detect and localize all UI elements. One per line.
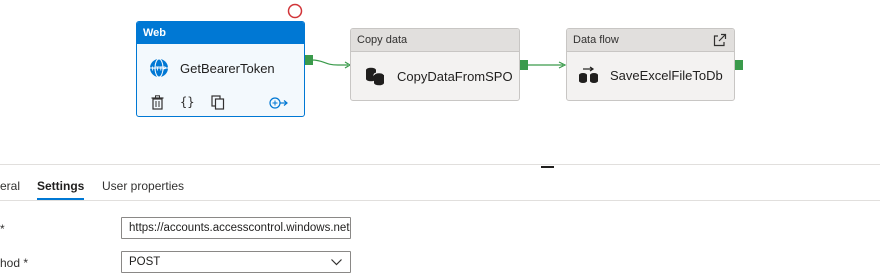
connector-arrow (312, 59, 352, 69)
svg-text:HTTP: HTTP (152, 67, 167, 73)
delete-icon[interactable] (151, 95, 164, 110)
chevron-down-icon (331, 259, 342, 266)
properties-tabs: eral Settings User properties (0, 176, 880, 200)
activity-name: CopyDataFromSPO (397, 68, 513, 84)
tab-settings[interactable]: Settings (37, 176, 85, 200)
http-globe-icon: HTTP (150, 58, 168, 78)
activity-name: SaveExcelFileToDb (610, 67, 723, 83)
code-icon[interactable]: {} (180, 95, 194, 109)
activity-web-getbearertoken[interactable]: Web HTTP GetBearerToken {} (136, 21, 305, 117)
pipeline-canvas[interactable]: Web HTTP GetBearerToken {} Copy data Cop… (0, 0, 880, 160)
tab-user-properties[interactable]: User properties (102, 176, 184, 200)
tabs-divider (0, 200, 880, 201)
url-input[interactable]: https://accounts.accesscontrol.windows.n… (121, 217, 351, 239)
method-select[interactable]: POST (121, 251, 351, 273)
dataflow-icon (579, 66, 598, 83)
method-label: hod * (0, 256, 29, 270)
activity-copy-copydatafromspo[interactable]: Copy data CopyDataFromSPO (350, 28, 520, 101)
connector-arrow (527, 61, 567, 69)
panel-resize-handle[interactable] (541, 166, 554, 168)
copy-icon[interactable] (211, 95, 225, 110)
tab-general[interactable]: eral (0, 176, 20, 200)
method-select-value: POST (129, 256, 161, 268)
activity-type-label: Web (137, 22, 304, 44)
panel-divider (0, 164, 880, 165)
activity-type-label: Copy data (351, 29, 519, 52)
output-port[interactable] (735, 60, 743, 70)
add-output-icon[interactable] (269, 96, 289, 110)
url-label: * (0, 222, 5, 236)
activity-type-label: Data flow (567, 29, 734, 52)
activity-name: GetBearerToken (180, 60, 275, 76)
open-external-icon[interactable] (713, 33, 727, 47)
database-icon (366, 67, 385, 86)
activity-dataflow-saveexcelfiletodb[interactable]: Data flow SaveExcelFileToDb (566, 28, 735, 101)
validation-error-icon[interactable] (287, 3, 303, 19)
